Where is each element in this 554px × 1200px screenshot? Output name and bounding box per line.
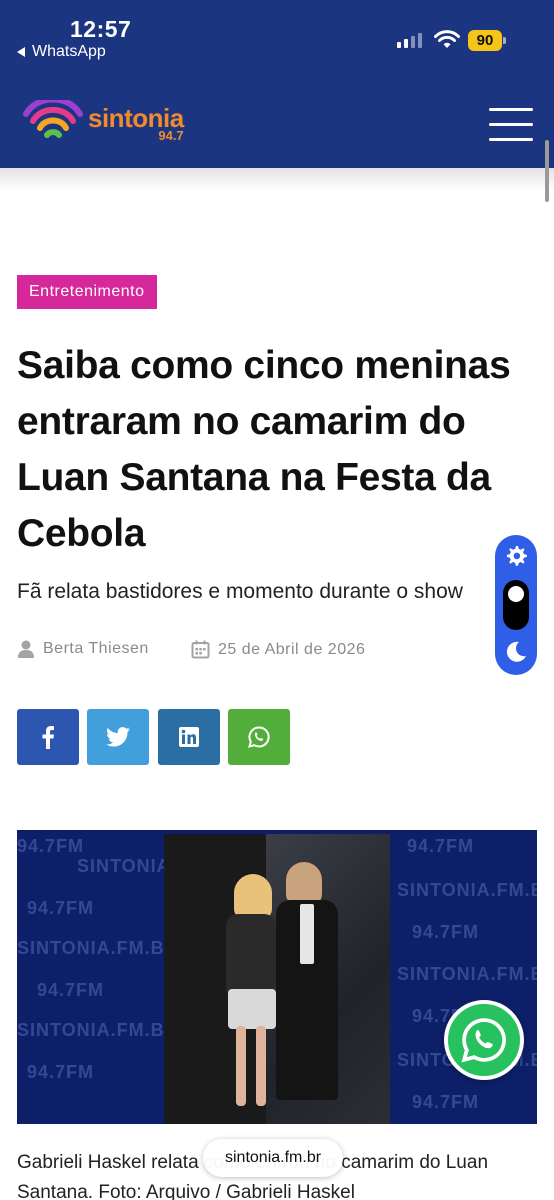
user-icon <box>18 640 34 658</box>
share-twitter-button[interactable] <box>87 709 149 765</box>
battery-level: 90 <box>468 30 502 51</box>
whatsapp-float-button[interactable] <box>444 1000 524 1080</box>
gear-icon[interactable] <box>504 544 528 568</box>
cellular-signal-icon <box>397 33 422 48</box>
share-whatsapp-button[interactable] <box>228 709 290 765</box>
battery-icon: 90 <box>468 30 506 51</box>
back-app-label: WhatsApp <box>32 43 106 60</box>
date-label: 25 de Abril de 2026 <box>218 640 366 658</box>
author-name: Berta Thiesen <box>43 640 149 657</box>
browser-url-bar[interactable]: sintonia.fm.br <box>203 1139 344 1177</box>
article-photo[interactable]: 94.7FM SINTONIA.FM.BR 94.7FM SINTONIA.FM… <box>17 830 537 1124</box>
site-header: 12:57 WhatsApp 90 sintonia 94.7 <box>0 0 554 168</box>
article-subtitle: Fã relata bastidores e momento durante o… <box>17 580 463 603</box>
site-logo[interactable]: sintonia 94.7 <box>22 100 184 142</box>
article-date: 25 de Abril de 2026 <box>191 640 365 659</box>
article-title: Saiba como cinco meninas entraram no cam… <box>17 344 511 555</box>
linkedin-icon <box>179 727 199 747</box>
page-scrollbar[interactable] <box>545 140 549 202</box>
article-author: Berta Thiesen <box>17 640 149 658</box>
whatsapp-icon <box>248 726 270 748</box>
hamburger-menu-button[interactable] <box>489 106 533 142</box>
twitter-icon <box>106 727 130 747</box>
wifi-icon <box>434 30 460 48</box>
calendar-icon <box>191 640 210 659</box>
hamburger-icon <box>489 108 533 111</box>
whatsapp-icon <box>461 1018 506 1063</box>
back-to-app-link[interactable]: WhatsApp <box>17 43 106 61</box>
facebook-icon <box>42 726 54 749</box>
sintonia-logo-icon <box>23 100 83 138</box>
category-tag[interactable]: Entretenimento <box>17 275 157 309</box>
moon-icon[interactable] <box>504 640 528 664</box>
share-linkedin-button[interactable] <box>158 709 220 765</box>
dark-mode-toggle[interactable] <box>503 580 529 630</box>
photo-watermark: 94.7FM <box>17 836 85 856</box>
status-time: 12:57 <box>70 16 132 42</box>
back-arrow-icon <box>17 47 25 57</box>
photo-scene <box>164 834 390 1124</box>
header-shadow <box>0 168 554 190</box>
share-facebook-button[interactable] <box>17 709 79 765</box>
accessibility-widget <box>495 535 537 675</box>
